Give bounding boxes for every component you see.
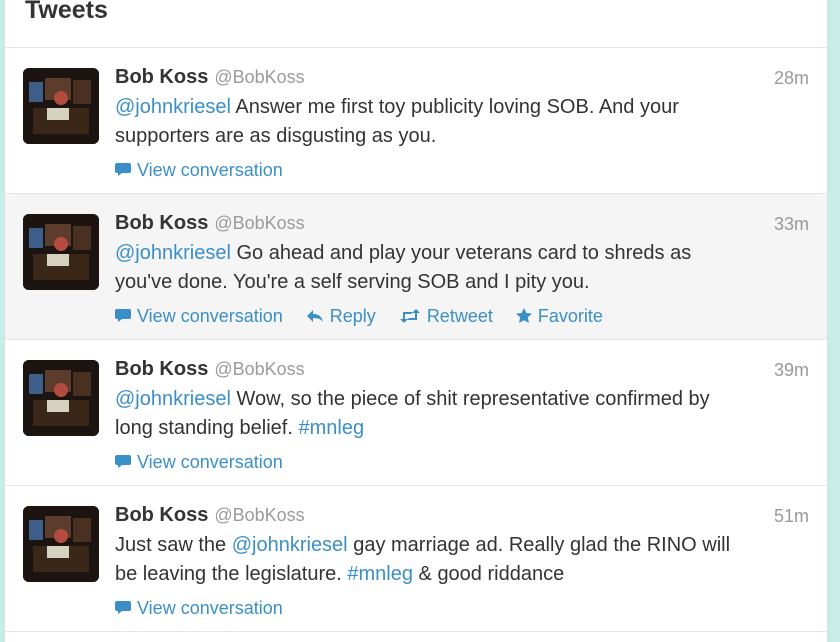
user-fullname[interactable]: Bob Koss (115, 212, 208, 234)
retweet-button[interactable]: Retweet (399, 306, 493, 328)
tweet-actions: View conversation (115, 598, 301, 620)
tweet-header: Bob Koss @BobKoss 51m (115, 504, 809, 528)
avatar[interactable] (23, 68, 99, 144)
speech-bubble-icon (115, 161, 131, 182)
speech-bubble-icon (115, 453, 131, 474)
user-fullname[interactable]: Bob Koss (115, 66, 208, 88)
view-conversation-label: View conversation (137, 160, 283, 180)
user-fullname[interactable]: Bob Koss (115, 504, 208, 526)
tweet-text-part: & good riddance (412, 563, 565, 585)
tweet-item[interactable]: Bob Koss @BobKoss 28m @johnkriesel Answer… (5, 48, 827, 194)
avatar[interactable] (23, 214, 99, 290)
user-fullname[interactable]: Bob Koss (115, 358, 208, 380)
speech-bubble-icon (115, 599, 131, 620)
tweet-text-part: Just saw the (115, 534, 232, 556)
tweet-item[interactable]: Bob Koss @BobKoss 39m @johnkriesel Wow, s… (5, 340, 827, 486)
tweet-actions: View conversation (115, 160, 301, 182)
tweet-text: @johnkriesel Answer me first toy publici… (115, 93, 807, 151)
user-handle[interactable]: @BobKoss (214, 213, 304, 233)
view-conversation-link[interactable]: View conversation (115, 160, 283, 182)
mention-link[interactable]: @johnkriesel (232, 534, 348, 556)
tweet-timestamp[interactable]: 51m (774, 506, 809, 527)
star-icon (515, 307, 532, 328)
speech-bubble-icon (115, 307, 131, 328)
tweet-item[interactable]: Bob Koss @BobKoss 51m Just saw the @johnk… (5, 486, 827, 632)
user-handle[interactable]: @BobKoss (214, 505, 304, 525)
mention-link[interactable]: @johnkriesel (115, 388, 231, 410)
reply-label: Reply (329, 306, 376, 326)
tweet-text: Just saw the @johnkriesel gay marriage a… (115, 531, 807, 589)
view-conversation-link[interactable]: View conversation (115, 452, 283, 474)
mention-link[interactable]: @johnkriesel (115, 96, 231, 118)
avatar[interactable] (23, 506, 99, 582)
reply-arrow-icon (306, 307, 324, 328)
view-conversation-label: View conversation (137, 598, 283, 618)
tweets-panel: Tweets Bob Koss @BobKoss 28m @johnkriesel… (4, 0, 828, 642)
retweet-icon (399, 307, 421, 328)
user-handle[interactable]: @BobKoss (214, 359, 304, 379)
user-handle[interactable]: @BobKoss (214, 67, 304, 87)
tweet-timestamp[interactable]: 33m (774, 214, 809, 235)
mention-link[interactable]: @johnkriesel (115, 242, 231, 264)
tweet-text-part: Answer me first toy publicity loving SOB… (230, 96, 679, 118)
tweet-timestamp[interactable]: 28m (774, 68, 809, 89)
page-title: Tweets (25, 0, 108, 24)
tweet-text-part: gay marriage ad. Really glad the RINO wi… (347, 534, 731, 556)
hashtag-link[interactable]: #mnleg (298, 417, 364, 439)
tweet-text-part: Wow, so the piece of shit representative… (230, 388, 710, 410)
tweet-text-part: be leaving the legislature. (115, 563, 348, 585)
tweet-text: @johnkriesel Wow, so the piece of shit r… (115, 385, 807, 443)
tweet-actions: View conversation (115, 452, 301, 474)
view-conversation-label: View conversation (137, 306, 283, 326)
view-conversation-link[interactable]: View conversation (115, 306, 283, 328)
hashtag-link[interactable]: #mnleg (347, 563, 413, 585)
tweet-timestamp[interactable]: 39m (774, 360, 809, 381)
tweet-text: @johnkriesel Go ahead and play your vete… (115, 239, 807, 297)
tweet-item[interactable]: Bob Koss @BobKoss 33m @johnkriesel Go ahe… (5, 194, 827, 340)
tweet-text-part: Go ahead and play your veterans card to … (230, 242, 692, 264)
reply-button[interactable]: Reply (306, 306, 376, 328)
panel-header: Tweets (5, 0, 827, 48)
tweet-text-part: supporters are as disgusting as you. (115, 125, 437, 147)
retweet-label: Retweet (426, 306, 493, 326)
tweet-header: Bob Koss @BobKoss 28m (115, 66, 809, 90)
tweet-text-part: long standing belief. (115, 417, 299, 439)
view-conversation-link[interactable]: View conversation (115, 598, 283, 620)
favorite-label: Favorite (537, 306, 603, 326)
favorite-button[interactable]: Favorite (515, 306, 603, 328)
tweet-header: Bob Koss @BobKoss 39m (115, 358, 809, 382)
tweet-text-part: you've done. You're a self serving SOB a… (115, 271, 590, 293)
view-conversation-label: View conversation (137, 452, 283, 472)
avatar[interactable] (23, 360, 99, 436)
tweet-header: Bob Koss @BobKoss 33m (115, 212, 809, 236)
tweet-actions: View conversation Reply Retweet Favorite (115, 306, 621, 328)
